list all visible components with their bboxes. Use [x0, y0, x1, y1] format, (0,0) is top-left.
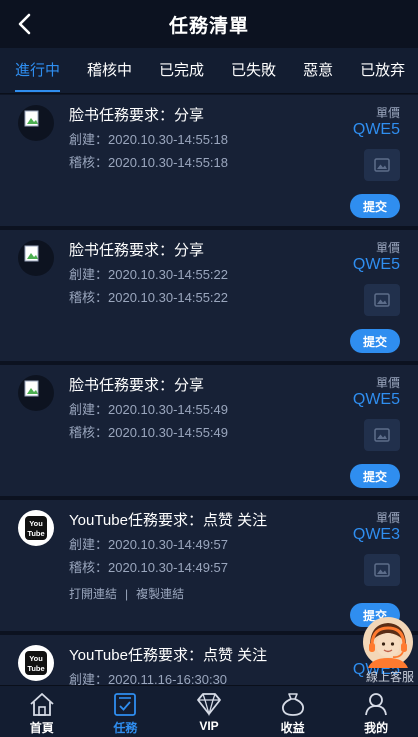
- image-icon: [374, 293, 390, 307]
- task-card: You Tube YouTube任務要求：点赞 关注 創建：2020.10.30…: [0, 500, 418, 635]
- image-icon: [374, 428, 390, 442]
- upload-image-button[interactable]: [364, 284, 400, 316]
- tab-in-progress[interactable]: 進行中: [15, 48, 61, 94]
- upload-image-button[interactable]: [364, 149, 400, 181]
- submit-button[interactable]: 提交: [350, 329, 400, 353]
- bottom-tab-bar: 首頁 任務 VIP 收益 我的: [0, 685, 418, 737]
- task-icon: [114, 693, 137, 716]
- chevron-left-icon: [18, 13, 31, 35]
- price-label: 單價: [375, 106, 400, 120]
- tab-reviewing[interactable]: 稽核中: [87, 48, 132, 94]
- price-label: 單價: [375, 511, 400, 525]
- review-time: 稽核：2020.10.30-14:49:57: [69, 560, 228, 575]
- price-value: QWE5: [352, 121, 400, 138]
- upload-image-button[interactable]: [364, 554, 400, 586]
- youtube-logo-text: You: [29, 519, 43, 528]
- created-time: 創建：2020.11.16-16:30:30: [69, 672, 228, 685]
- task-card: You Tube YouTube任務要求：点赞 关注 創建：2020.11.16…: [0, 635, 418, 685]
- page-title: 任務清單: [168, 15, 249, 37]
- price-value: QWE5: [352, 391, 400, 408]
- task-card: 脸书任務要求：分享 創建：2020.10.30-14:55:22 稽核：2020…: [0, 230, 418, 365]
- price-label: 單價: [375, 241, 400, 255]
- youtube-logo-text: You: [29, 654, 43, 663]
- price-value: QWE3: [352, 526, 400, 543]
- image-icon: [374, 563, 390, 577]
- review-time: 稽核：2020.10.30-14:55:49: [69, 425, 228, 440]
- task-title: 脸书任務要求：分享: [69, 377, 205, 394]
- tabbar-earnings[interactable]: 收益: [251, 686, 335, 737]
- open-link-button[interactable]: 打開連結: [69, 587, 117, 601]
- task-title: 脸书任務要求：分享: [69, 242, 205, 259]
- diamond-icon: [197, 693, 221, 717]
- task-title: YouTube任務要求：点赞 关注: [69, 512, 268, 529]
- broken-image-icon: [18, 240, 54, 276]
- task-title: 脸书任務要求：分享: [69, 107, 205, 124]
- youtube-logo-icon: You Tube: [18, 645, 54, 681]
- review-time: 稽核：2020.10.30-14:55:22: [69, 290, 228, 305]
- tab-failed[interactable]: 已失敗: [231, 48, 276, 94]
- tab-completed[interactable]: 已完成: [159, 48, 204, 94]
- youtube-logo-text: Tube: [27, 529, 44, 538]
- copy-link-button[interactable]: 複製連結: [136, 587, 184, 601]
- broken-image-icon: [18, 105, 54, 141]
- created-time: 創建：2020.10.30-14:49:57: [69, 537, 228, 552]
- back-button[interactable]: [10, 10, 38, 38]
- tabbar-profile[interactable]: 我的: [334, 686, 418, 737]
- tab-abandoned[interactable]: 已放弃: [360, 48, 405, 94]
- task-list: 脸书任務要求：分享 創建：2020.10.30-14:55:18 稽核：2020…: [0, 95, 418, 685]
- youtube-logo-text: Tube: [27, 664, 44, 673]
- tabbar-vip[interactable]: VIP: [167, 686, 251, 737]
- youtube-logo-icon: You Tube: [18, 510, 54, 546]
- header-bar: 任務清單: [0, 0, 418, 48]
- task-card: 脸书任務要求：分享 創建：2020.10.30-14:55:49 稽核：2020…: [0, 365, 418, 500]
- created-time: 創建：2020.10.30-14:55:18: [69, 132, 228, 147]
- customer-service-label: 線上客服: [365, 670, 414, 684]
- submit-button[interactable]: 提交: [350, 464, 400, 488]
- tabbar-label: 任務: [113, 721, 138, 735]
- status-tabs: 進行中 稽核中 已完成 已失敗 惡意 已放弃: [0, 48, 418, 94]
- tabbar-label: 我的: [364, 721, 389, 735]
- task-card: 脸书任務要求：分享 創建：2020.10.30-14:55:18 稽核：2020…: [0, 95, 418, 230]
- tabbar-tasks[interactable]: 任務: [84, 686, 168, 737]
- tabbar-home[interactable]: 首頁: [0, 686, 84, 737]
- tabbar-label: 首頁: [29, 721, 54, 735]
- link-separator: |: [125, 587, 129, 601]
- money-bag-icon: [281, 693, 304, 716]
- task-title: YouTube任務要求：点赞 关注: [69, 647, 268, 664]
- customer-service-avatar-icon: [363, 617, 413, 668]
- customer-service-button[interactable]: 線上客服: [362, 616, 414, 684]
- created-time: 創建：2020.10.30-14:55:49: [69, 402, 228, 417]
- review-time: 稽核：2020.10.30-14:55:18: [69, 155, 228, 170]
- upload-image-button[interactable]: [364, 419, 400, 451]
- price-label: 單價: [375, 376, 400, 390]
- image-icon: [374, 158, 390, 172]
- tabbar-label: VIP: [199, 719, 219, 733]
- submit-button[interactable]: 提交: [350, 194, 400, 218]
- price-value: QWE5: [352, 256, 400, 273]
- tab-malicious[interactable]: 惡意: [303, 48, 333, 94]
- created-time: 創建：2020.10.30-14:55:22: [69, 267, 228, 282]
- link-actions: 打開連結 | 複製連結: [69, 585, 184, 602]
- tabbar-label: 收益: [280, 721, 305, 735]
- broken-image-icon: [18, 375, 54, 411]
- user-icon: [365, 693, 388, 716]
- home-icon: [30, 693, 54, 716]
